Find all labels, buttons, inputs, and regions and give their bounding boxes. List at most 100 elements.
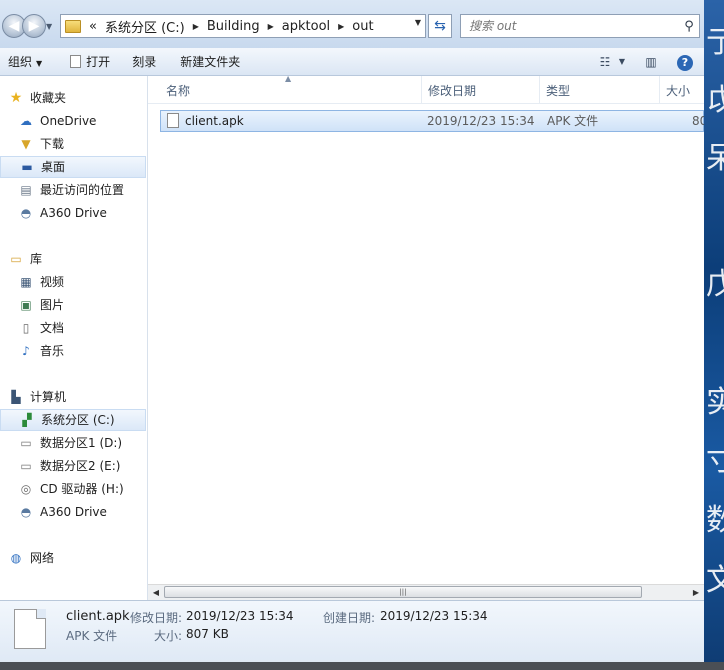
breadcrumb-out[interactable]: out [346,19,379,34]
desktop-text: 寸 [706,443,724,478]
column-name[interactable]: 名称 [160,76,422,104]
document-icon: ▯ [22,321,30,335]
picture-icon: ▣ [20,298,32,312]
nav-item-onedrive[interactable]: ☁ OneDrive [0,110,164,132]
nav-item-desktop[interactable]: ▬ 桌面 [0,156,146,178]
breadcrumb-building[interactable]: Building [201,19,266,34]
download-folder-icon: ▼ [21,137,31,151]
forward-button[interactable]: ▶ [22,14,46,38]
breadcrumb-apktool[interactable]: apktool [276,19,336,34]
nav-item-drive-e[interactable]: ▭ 数据分区2 (E:) [0,455,164,477]
file-list[interactable]: ▲ 名称 修改日期 类型 大小 client.apk 2019/12/23 15… [148,74,704,584]
help-icon: ? [677,55,693,71]
nav-item-label: 下载 [40,137,65,151]
nav-item-label: 音乐 [40,344,65,358]
scroll-left-icon[interactable]: ◀ [148,585,164,600]
chevron-down-icon[interactable]: ▼ [415,18,421,27]
nav-item-label: 数据分区1 (D:) [40,436,123,450]
breadcrumb-drive[interactable]: 系统分区 (C:) [99,17,191,36]
organize-button[interactable]: 组织 ▼ [0,51,50,73]
nav-favorites-label: 收藏夹 [30,91,67,105]
hard-drive-icon: ▭ [20,459,32,473]
file-icon [167,113,179,128]
search-box[interactable]: ⚲ [460,14,700,38]
details-file-type: APK 文件 [66,629,118,643]
new-folder-button[interactable]: 新建文件夹 [172,51,248,73]
view-mode-icon[interactable]: ☷ [594,51,616,73]
recent-places-icon: ▤ [20,183,32,197]
file-modified: 2019/12/23 15:34 [427,114,535,128]
column-type[interactable]: 类型 [540,76,660,104]
nav-item-label: 数据分区2 (E:) [40,459,121,473]
burn-button[interactable]: 刻录 [124,51,164,73]
column-size[interactable]: 大小 [660,76,704,104]
nav-network[interactable]: ◍ 网络 [0,547,154,569]
cd-drive-icon: ◎ [20,482,32,496]
nav-libraries[interactable]: ▭ 库 [0,248,154,270]
details-file-name: client.apk [66,609,130,624]
scrollbar-thumb[interactable]: ||| [164,586,642,598]
search-icon[interactable]: ⚲ [679,19,699,34]
nav-item-drive-h[interactable]: ◎ CD 驱动器 (H:) [0,478,164,500]
nav-item-pictures[interactable]: ▣ 图片 [0,294,164,316]
nav-item-label: 文档 [40,321,65,335]
nav-item-label: 最近访问的位置 [40,183,125,197]
help-button[interactable]: ? [674,51,696,73]
chevron-right-icon[interactable]: ▶ [266,22,276,31]
nav-item-videos[interactable]: ▦ 视频 [0,271,164,293]
chevron-down-icon: ▼ [36,58,43,68]
document-icon [70,54,82,68]
nav-item-a360-fav[interactable]: ◓ A360 Drive [0,202,164,224]
nav-item-documents[interactable]: ▯ 文档 [0,317,164,339]
desktop-text: 呆 [706,141,724,176]
nav-item-label: 系统分区 (C:) [41,413,115,427]
horizontal-scrollbar[interactable]: ◀ ||| ▶ [148,584,704,600]
details-created-label: 创建日期: [323,611,376,625]
desktop-icon: ▬ [21,160,33,174]
desktop-text: 戊 [706,267,724,302]
desktop-text: 数 [706,503,724,538]
desktop-text: 实 [706,385,724,420]
a360-drive-icon: ◓ [20,206,32,220]
chevron-down-icon[interactable]: ▼ [616,51,628,73]
nav-item-music[interactable]: ♪ 音乐 [0,340,164,362]
breadcrumb-overflow[interactable]: « [85,19,99,34]
nav-network-label: 网络 [30,551,55,565]
command-bar: 组织 ▼ 打开 刻录 新建文件夹 ☷ ▼ ▥ ? [0,48,704,76]
file-name: client.apk [185,114,244,128]
nav-item-drive-d[interactable]: ▭ 数据分区1 (D:) [0,432,164,454]
nav-favorites[interactable]: ★ 收藏夹 [0,87,154,109]
open-button[interactable]: 打开 [62,51,118,73]
grip-icon: ||| [399,588,407,596]
new-folder-label: 新建文件夹 [180,54,241,69]
nav-computer[interactable]: ▙ 计算机 [0,386,154,408]
music-icon: ♪ [22,344,30,358]
chevron-right-icon[interactable]: ▶ [191,22,201,31]
desktop-text: 文 [706,563,724,598]
refresh-button[interactable]: ⇆ [428,14,452,38]
column-modified[interactable]: 修改日期 [422,76,540,104]
video-icon: ▦ [20,275,32,289]
nav-item-label: CD 驱动器 (H:) [40,482,124,496]
search-input[interactable] [461,15,679,37]
nav-item-label: 视频 [40,275,65,289]
file-row[interactable]: client.apk 2019/12/23 15:34 APK 文件 80 [160,110,704,132]
nav-item-downloads[interactable]: ▼ 下载 [0,133,164,155]
desktop-text: 戉 [706,83,724,118]
preview-pane-icon[interactable]: ▥ [640,51,662,73]
scroll-right-icon[interactable]: ▶ [688,585,704,600]
nav-item-a360-computer[interactable]: ◓ A360 Drive [0,501,164,523]
details-modified-label: 修改日期: [130,611,183,625]
chevron-right-icon[interactable]: ▶ [336,22,346,31]
star-icon: ★ [9,90,23,106]
recent-pages-dropdown[interactable]: ▼ [46,22,56,32]
nav-item-drive-c[interactable]: ▞ 系统分区 (C:) [0,409,146,431]
nav-libraries-label: 库 [30,252,43,266]
navigation-pane[interactable]: ★ 收藏夹 ☁ OneDrive ▼ 下载 ▬ 桌面 ▤ 最近访问的位置 ◓ A… [0,76,148,600]
nav-item-recent[interactable]: ▤ 最近访问的位置 [0,179,164,201]
open-label: 打开 [86,54,111,69]
address-bar-area: ◀ ▶ ▼ « 系统分区 (C:) ▶ Building ▶ apktool ▶… [0,0,704,48]
nav-item-label: OneDrive [40,114,97,128]
details-pane: client.apk 修改日期: 2019/12/23 15:34 创建日期: … [0,600,704,662]
address-input[interactable]: « 系统分区 (C:) ▶ Building ▶ apktool ▶ out ▼ [60,14,426,38]
